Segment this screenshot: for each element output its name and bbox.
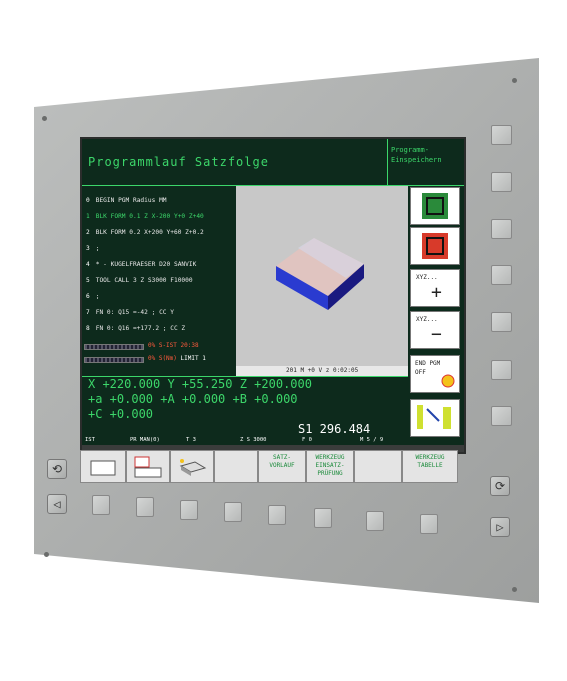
spindle-position: S1 296.484 xyxy=(298,422,371,436)
coord-row-2: +a +0.000 +A +0.000 +B +0.000 xyxy=(88,392,298,406)
side-key[interactable] xyxy=(491,360,512,380)
status-t: T 3 xyxy=(186,437,196,443)
softkey-empty-2[interactable] xyxy=(354,450,402,483)
bottom-key[interactable] xyxy=(92,495,110,515)
screen: Programmlauf Satzfolge Programm-Einspeic… xyxy=(80,137,466,454)
softkey-werkzeug-tabelle[interactable]: WERKZEUG TABELLE xyxy=(402,450,458,483)
bottom-key[interactable] xyxy=(268,505,286,525)
simulation-graphic xyxy=(236,186,408,366)
softkey-werkzeug-einsatz[interactable]: WERKZEUG EINSATZ-PRÜFUNG xyxy=(306,450,354,483)
coord-row-3: +C +0.000 xyxy=(88,407,154,421)
softkey-end-pgm[interactable]: END PGM OFF xyxy=(410,355,460,393)
softkey-layout[interactable] xyxy=(126,450,170,483)
softkey-axis-minus[interactable]: XYZ... − xyxy=(410,311,460,349)
softkey-empty[interactable] xyxy=(214,450,258,483)
program-stop-icon xyxy=(422,233,448,259)
bottom-key[interactable] xyxy=(136,497,154,517)
program-line[interactable]: 0 BEGIN PGM Radius MM xyxy=(86,197,167,204)
screen-title: Programmlauf Satzfolge xyxy=(88,155,269,169)
workpiece-3d-icon xyxy=(276,238,364,310)
program-line[interactable]: 5 TOOL CALL 3 Z S3000 F10000 xyxy=(86,277,193,284)
softkey-program-run[interactable] xyxy=(410,187,460,225)
title-bar: Programmlauf Satzfolge xyxy=(82,139,387,185)
program-line[interactable]: 1 BLK FORM 0.1 Z X-200 Y+0 Z+40 xyxy=(86,213,204,220)
program-line[interactable]: 4 * - KUGELFRAESER D20 SANVIK xyxy=(86,261,196,268)
softkey-satz-vorlauf[interactable]: SATZ-VORLAUF xyxy=(258,450,306,483)
status-ist: IST xyxy=(85,437,95,443)
workpiece-icon xyxy=(179,459,207,476)
torque-label: 0% S(Nm) LIMIT 1 xyxy=(148,355,206,362)
status-zs: Z S 3000 xyxy=(240,437,267,443)
spindle-ist-label: 0% S-IST 20:38 xyxy=(148,342,199,349)
bottom-key[interactable] xyxy=(366,511,384,531)
arrow-right-key[interactable]: ▷ xyxy=(490,517,510,537)
program-run-icon xyxy=(422,193,448,219)
side-key[interactable] xyxy=(491,312,512,332)
torque-gauge xyxy=(84,357,144,363)
bottom-key[interactable] xyxy=(224,502,242,522)
graphic-status-bar: 201 M +0 V z 0:02:05 xyxy=(236,366,408,376)
bottom-key[interactable] xyxy=(314,508,332,528)
top-right-label: Programm-Einspeichern xyxy=(391,146,442,164)
horizontal-softkeys: SATZ-VORLAUF WERKZEUG EINSATZ-PRÜFUNG WE… xyxy=(80,450,466,483)
program-line[interactable]: 3; xyxy=(86,245,99,252)
arrow-left-key[interactable]: ◁ xyxy=(47,494,67,514)
side-key[interactable] xyxy=(491,219,512,239)
side-key[interactable] xyxy=(491,406,512,426)
program-line[interactable]: 7 FN 0: Q15 =-42 ; CC Y xyxy=(86,309,174,316)
program-line[interactable]: 6; xyxy=(86,293,99,300)
side-key[interactable] xyxy=(491,265,512,285)
screw xyxy=(512,78,517,83)
status-f: F 0 xyxy=(302,437,312,443)
layout-icon xyxy=(134,456,162,478)
softkey-window[interactable] xyxy=(80,450,126,483)
side-key[interactable] xyxy=(491,172,512,192)
status-pr: PR MAN(0) xyxy=(130,437,160,443)
softkey-tool[interactable] xyxy=(410,399,460,437)
toggle-key[interactable]: ⟲ xyxy=(47,459,67,479)
side-key[interactable] xyxy=(491,125,512,145)
status-m: M 5 / 9 xyxy=(360,437,384,443)
position-display: X +220.000 Y +55.250 Z +200.000 +a +0.00… xyxy=(82,377,412,423)
screw xyxy=(44,552,49,557)
coord-row-1: X +220.000 Y +55.250 Z +200.000 xyxy=(88,377,312,391)
spindle-load-gauge xyxy=(84,344,144,350)
tool-icon xyxy=(417,405,451,429)
program-line[interactable]: 8 FN 0: Q16 =+177.2 ; CC Z xyxy=(86,325,185,332)
bottom-key[interactable] xyxy=(420,514,438,534)
window-icon xyxy=(90,460,116,476)
softkey-program-stop[interactable] xyxy=(410,227,460,265)
softkey-axis-plus[interactable]: XYZ... + xyxy=(410,269,460,307)
softkey-workpiece[interactable] xyxy=(170,450,214,483)
screw xyxy=(512,587,517,592)
bottom-key[interactable] xyxy=(180,500,198,520)
clock-icon xyxy=(441,374,455,388)
program-line[interactable]: 2 BLK FORM 0.2 X+200 Y+60 Z+0.2 xyxy=(86,229,204,236)
toggle-key-right[interactable]: ⟳ xyxy=(490,476,510,496)
program-list: 0 BEGIN PGM Radius MM 1 BLK FORM 0.1 Z X-2… xyxy=(82,185,234,335)
screw xyxy=(42,116,47,121)
top-right-mode: Programm-Einspeichern xyxy=(387,139,464,185)
